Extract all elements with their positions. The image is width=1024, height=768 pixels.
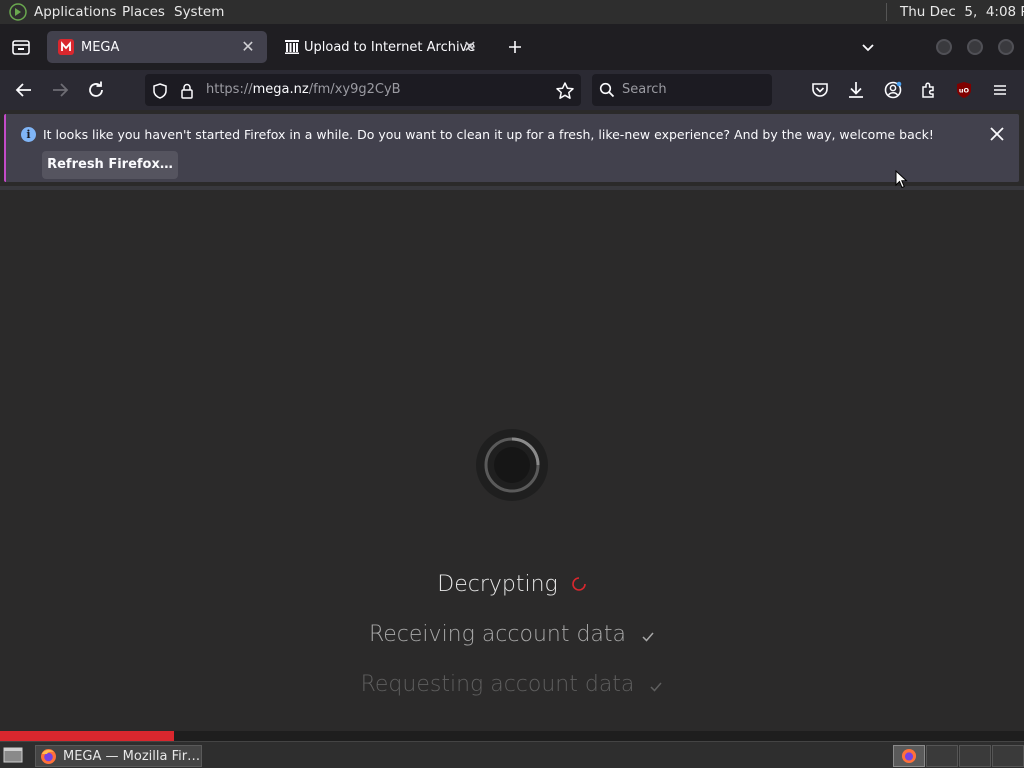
distro-logo-icon[interactable] [9, 3, 27, 21]
taskbar-window-firefox[interactable]: MEGA — Mozilla Fir… [35, 745, 202, 767]
navigation-toolbar: https://mega.nz/fm/xy9g2CyB Search uO [0, 70, 1024, 110]
close-window-button[interactable] [998, 39, 1014, 55]
panel-separator [886, 3, 887, 21]
tab-strip: MEGA ✕ Upload to Internet Archive ✕ [0, 24, 1024, 70]
close-notification-icon[interactable] [987, 124, 1007, 144]
status-receiving-account-data: Receiving account data [0, 622, 1024, 647]
system-panel: Applications Places System Thu Dec 5, 4:… [0, 0, 1024, 24]
system-menu[interactable]: System [174, 4, 224, 20]
in-progress-spinner-icon [571, 577, 586, 591]
clock[interactable]: Thu Dec 5, 4:08 PM [900, 4, 1024, 20]
mouse-cursor-icon [895, 170, 908, 189]
tab-title: MEGA [81, 40, 120, 55]
status-label: Requesting account data [360, 672, 635, 697]
mega-loading-spinner-icon [476, 429, 548, 501]
account-icon[interactable] [881, 78, 905, 102]
applications-menu[interactable]: Applications [34, 4, 116, 20]
status-label: Receiving account data [368, 622, 627, 647]
bookmark-star-icon[interactable] [555, 81, 575, 101]
tab-mega[interactable]: MEGA ✕ [47, 31, 267, 63]
search-icon [599, 82, 615, 98]
status-requesting-account-data: Requesting account data [0, 672, 1024, 697]
search-placeholder: Search [622, 82, 667, 97]
tab-internet-archive[interactable]: Upload to Internet Archive ✕ [275, 31, 489, 63]
checkmark-icon [650, 682, 662, 692]
workspace-2[interactable] [926, 745, 958, 767]
close-tab-icon[interactable]: ✕ [460, 37, 480, 57]
lock-icon[interactable] [179, 82, 195, 100]
notification-message: It looks like you haven't started Firefo… [43, 127, 934, 142]
show-desktop-icon[interactable] [3, 746, 23, 764]
workspace-1[interactable] [893, 745, 925, 767]
tracking-protection-shield-icon[interactable] [151, 82, 169, 100]
archive-favicon-icon [285, 40, 299, 54]
refresh-firefox-notification: i It looks like you haven't started Fire… [4, 114, 1019, 182]
list-all-tabs-chevron-down-icon[interactable] [856, 35, 880, 59]
url-scheme: https:// [206, 82, 253, 97]
back-arrow-icon[interactable] [12, 78, 36, 102]
forward-arrow-icon[interactable] [48, 78, 72, 102]
minimize-window-button[interactable] [936, 39, 952, 55]
loading-progress-bar [0, 731, 1024, 741]
url-path: /fm/xy9g2CyB [308, 82, 401, 97]
close-tab-icon[interactable]: ✕ [238, 37, 258, 57]
url-text[interactable]: https://mega.nz/fm/xy9g2CyB [206, 82, 401, 97]
search-box[interactable]: Search [592, 74, 772, 106]
extensions-puzzle-icon[interactable] [917, 78, 941, 102]
workspace-3[interactable] [959, 745, 991, 767]
maximize-window-button[interactable] [967, 39, 983, 55]
status-decrypting: Decrypting [0, 572, 1024, 597]
downloads-icon[interactable] [844, 78, 868, 102]
taskbar: MEGA — Mozilla Fir… [0, 741, 1024, 768]
url-bar[interactable]: https://mega.nz/fm/xy9g2CyB [145, 74, 581, 106]
checkmark-icon [642, 632, 654, 642]
loading-progress-fill [0, 731, 175, 741]
workspace-4[interactable] [992, 745, 1024, 767]
page-content: Decrypting Receiving account data Reques… [0, 186, 1024, 730]
url-host: mega.nz [252, 82, 309, 97]
taskbar-window-label: MEGA — Mozilla Fir… [63, 749, 201, 764]
new-tab-icon[interactable] [503, 35, 527, 59]
refresh-firefox-button[interactable]: Refresh Firefox… [42, 151, 178, 179]
firefox-icon [41, 749, 56, 764]
firefox-icon [901, 748, 917, 764]
status-label: Decrypting [437, 572, 558, 597]
hamburger-menu-icon[interactable] [988, 78, 1012, 102]
info-icon: i [21, 127, 36, 142]
tab-title: Upload to Internet Archive [304, 40, 476, 55]
reload-icon[interactable] [84, 78, 108, 102]
ublock-origin-icon[interactable]: uO [952, 78, 976, 102]
pocket-icon[interactable] [808, 78, 832, 102]
firefox-view-icon[interactable] [9, 35, 33, 59]
mega-favicon-icon [58, 39, 74, 55]
svg-text:uO: uO [959, 87, 970, 95]
places-menu[interactable]: Places [122, 4, 165, 20]
